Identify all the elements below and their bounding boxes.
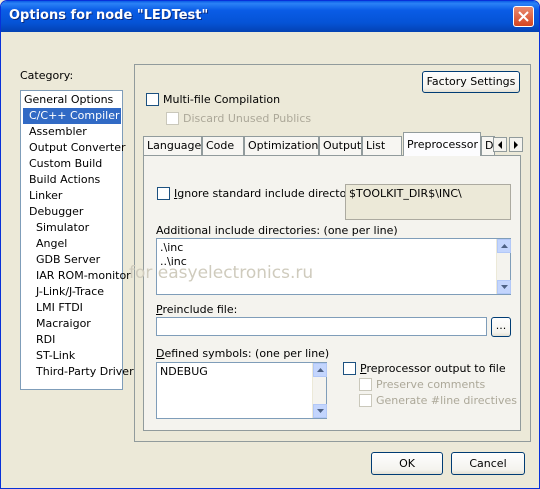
options-dialog: Options for node "LEDTest" Category: Gen… [0, 0, 540, 489]
category-item[interactable]: Debugger [23, 204, 85, 220]
category-item[interactable]: GDB Server [23, 252, 102, 268]
multifile-checkbox[interactable] [146, 93, 159, 106]
preinclude-label-text: reinclude file: [162, 303, 238, 316]
chevron-down-icon [500, 285, 508, 289]
scroll-up-button[interactable] [497, 239, 511, 253]
chevron-up-icon [500, 244, 508, 248]
category-item[interactable]: General Options [23, 92, 115, 108]
chevron-down-icon [316, 409, 324, 413]
tab-label: Optimizations [248, 139, 325, 152]
defined-symbols-textarea[interactable]: NDEBUG [156, 362, 327, 419]
tab-scroll-left[interactable] [493, 137, 507, 152]
category-item[interactable]: Custom Build [23, 156, 104, 172]
scroll-down-button[interactable] [313, 404, 327, 418]
category-item[interactable]: C/C++ Compiler [23, 108, 121, 124]
multifile-label: Multi-file Compilation [163, 93, 281, 106]
generate-line-checkbox[interactable] [359, 394, 372, 407]
pp-output-label-text: reprocessor output to file [366, 362, 506, 375]
additional-include-label: Additional include directories: (one per… [156, 224, 398, 237]
ignore-std-label-text: gnore standard include directories [177, 187, 367, 200]
watermark-text: for easyelectronics.ru [129, 263, 314, 283]
toolkit-dir-field: $TOOLKIT_DIR$\INC\ [345, 184, 511, 220]
category-label: Category: [20, 69, 74, 82]
category-item[interactable]: RDI [23, 332, 57, 348]
tab-preprocessor[interactable]: Preprocessor [403, 132, 481, 156]
symbol-line: NDEBUG [160, 365, 208, 378]
category-item[interactable]: Output Converter [23, 140, 128, 156]
cancel-button[interactable]: Cancel [451, 452, 525, 475]
category-item[interactable]: IAR ROM-monitor [23, 268, 133, 284]
tab-label: List [366, 139, 386, 152]
category-item[interactable]: J-Link/J-Trace [23, 284, 106, 300]
close-button[interactable] [513, 6, 534, 27]
category-item[interactable]: Angel [23, 236, 69, 252]
ignore-std-label: Ignore standard include directories [174, 187, 367, 200]
tab-list[interactable]: List [362, 136, 402, 156]
window-title: Options for node "LEDTest" [9, 8, 209, 23]
tab-label: Language [147, 139, 202, 152]
defined-symbols-label: Defined symbols: (one per line) [156, 347, 330, 360]
category-item[interactable]: Third-Party Driver [23, 364, 136, 380]
tab-label: Preprocessor [407, 138, 479, 151]
tab-label: Code [206, 139, 235, 152]
category-item[interactable]: Macraigor [23, 316, 93, 332]
browse-button[interactable]: ... [491, 317, 511, 337]
close-icon [518, 11, 529, 22]
tab-code[interactable]: Code [202, 136, 244, 156]
chevron-up-icon [316, 368, 324, 372]
scroll-up-button[interactable] [313, 363, 327, 377]
tab-output[interactable]: Output [319, 136, 362, 156]
arrow-left-icon [498, 140, 502, 149]
tab-optimizations[interactable]: Optimizations [244, 136, 324, 156]
include-line: .\inc [160, 241, 184, 254]
arrow-right-icon [514, 140, 518, 149]
title-bar[interactable]: Options for node "LEDTest" [1, 1, 539, 32]
category-item[interactable]: Build Actions [23, 172, 102, 188]
preinclude-label: Preinclude file: [156, 303, 238, 316]
category-item[interactable]: Linker [23, 188, 64, 204]
generate-line-label: Generate #line directives [376, 394, 517, 407]
ignore-std-checkbox[interactable] [157, 187, 170, 200]
defined-symbols-label-text: efined symbols: (one per line) [164, 347, 330, 360]
category-item[interactable]: Simulator [23, 220, 91, 236]
category-item[interactable]: ST-Link [23, 348, 77, 364]
pp-output-checkbox[interactable] [343, 362, 356, 375]
tab-language[interactable]: Language [143, 136, 202, 156]
category-item[interactable]: Assembler [23, 124, 89, 140]
category-item[interactable]: LMI FTDI [23, 300, 85, 316]
discard-unused-label: Discard Unused Publics [183, 112, 312, 125]
factory-settings-button[interactable]: Factory Settings [422, 71, 520, 93]
pp-output-label: Preprocessor output to file [360, 362, 506, 375]
tab-scroll-right[interactable] [509, 137, 523, 152]
preinclude-input[interactable] [156, 317, 487, 336]
tab-label: Output [323, 139, 362, 152]
category-list[interactable]: General Options C/C++ Compiler Assembler Ou… [20, 90, 134, 390]
symbols-scrollbar[interactable] [312, 363, 327, 418]
preserve-comments-checkbox[interactable] [359, 378, 372, 391]
include-scrollbar[interactable] [496, 239, 511, 294]
ok-button[interactable]: OK [371, 452, 443, 475]
scroll-down-button[interactable] [497, 280, 511, 294]
preserve-comments-label: Preserve comments [376, 378, 486, 391]
discard-unused-checkbox[interactable] [166, 112, 179, 125]
